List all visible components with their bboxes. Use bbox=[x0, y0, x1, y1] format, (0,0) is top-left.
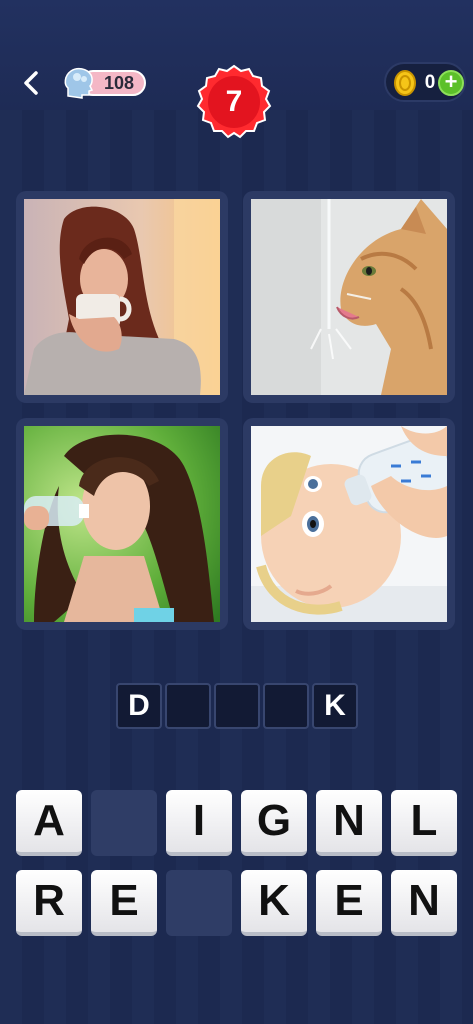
photo-1[interactable] bbox=[16, 191, 228, 403]
woman-bottle-image bbox=[24, 426, 220, 622]
letter-tile[interactable]: L bbox=[391, 790, 457, 856]
level-number: 7 bbox=[225, 85, 243, 118]
level-badge: 7 bbox=[196, 64, 272, 140]
letter-tile[interactable]: N bbox=[391, 870, 457, 936]
letter-tile[interactable]: E bbox=[316, 870, 382, 936]
answer-slot[interactable] bbox=[165, 683, 211, 729]
photo-3[interactable] bbox=[16, 418, 228, 630]
letter-tile[interactable]: A bbox=[16, 790, 82, 856]
answer-slot[interactable] bbox=[263, 683, 309, 729]
answer-slots: D K bbox=[116, 683, 358, 729]
hints-counter[interactable]: 108 bbox=[62, 66, 146, 99]
letter-tile-empty bbox=[91, 790, 157, 856]
answer-slot[interactable]: K bbox=[312, 683, 358, 729]
letter-tile[interactable]: I bbox=[166, 790, 232, 856]
letter-tile[interactable]: K bbox=[241, 870, 307, 936]
letter-tile[interactable]: R bbox=[16, 870, 82, 936]
brain-head-icon bbox=[64, 67, 94, 99]
coins-count: 0 bbox=[424, 72, 436, 93]
back-button[interactable] bbox=[16, 66, 46, 100]
letter-tile-empty bbox=[166, 870, 232, 936]
coin-icon bbox=[394, 70, 416, 96]
photo-4[interactable] bbox=[243, 418, 455, 630]
answer-slot[interactable]: D bbox=[116, 683, 162, 729]
coins-counter[interactable]: 0 + bbox=[384, 62, 466, 102]
add-coins-button[interactable]: + bbox=[438, 70, 464, 96]
baby-bottle-image bbox=[251, 426, 447, 622]
letter-tile[interactable]: N bbox=[316, 790, 382, 856]
letter-tile[interactable]: E bbox=[91, 870, 157, 936]
cat-faucet-image bbox=[251, 199, 447, 395]
woman-mug-image bbox=[24, 199, 220, 395]
chevron-left-icon bbox=[24, 71, 38, 95]
letter-tile[interactable]: G bbox=[241, 790, 307, 856]
answer-slot[interactable] bbox=[214, 683, 260, 729]
photo-2[interactable] bbox=[243, 191, 455, 403]
